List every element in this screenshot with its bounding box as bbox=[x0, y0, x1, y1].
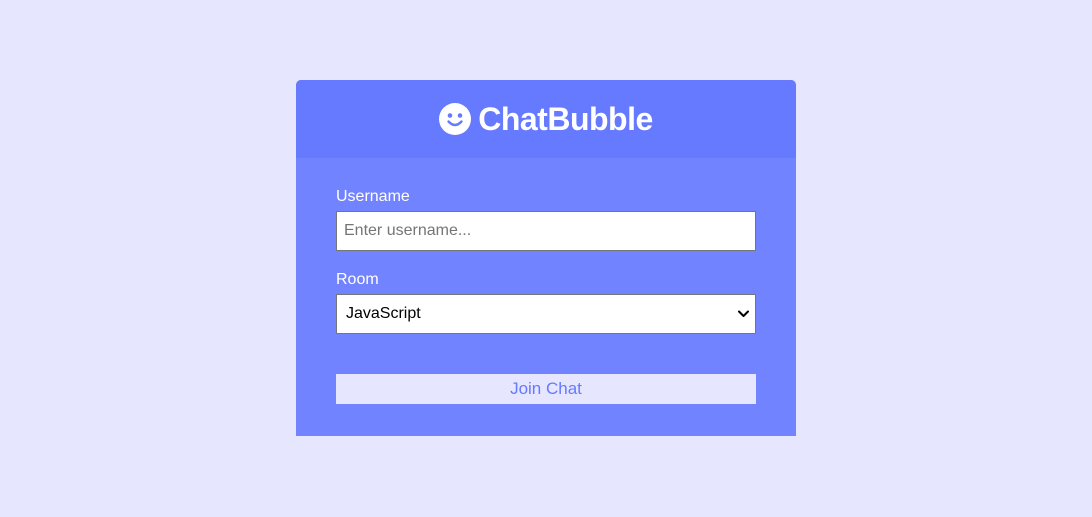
smile-icon bbox=[439, 103, 472, 135]
join-form: Username Room JavaScript Join Chat bbox=[296, 158, 796, 404]
username-label: Username bbox=[336, 188, 410, 205]
app-title: ChatBubble bbox=[478, 101, 653, 137]
room-label: Room bbox=[336, 271, 379, 288]
join-chat-button[interactable]: Join Chat bbox=[336, 374, 756, 404]
room-select[interactable]: JavaScript bbox=[336, 294, 756, 334]
chevron-down-icon bbox=[738, 310, 749, 318]
join-header: ChatBubble bbox=[296, 80, 796, 158]
room-group: Room JavaScript bbox=[336, 271, 756, 334]
username-group: Username bbox=[336, 188, 756, 251]
join-card: ChatBubble Username Room JavaScript Join… bbox=[296, 80, 796, 436]
room-selected-value: JavaScript bbox=[346, 305, 421, 322]
username-input[interactable] bbox=[336, 211, 756, 251]
